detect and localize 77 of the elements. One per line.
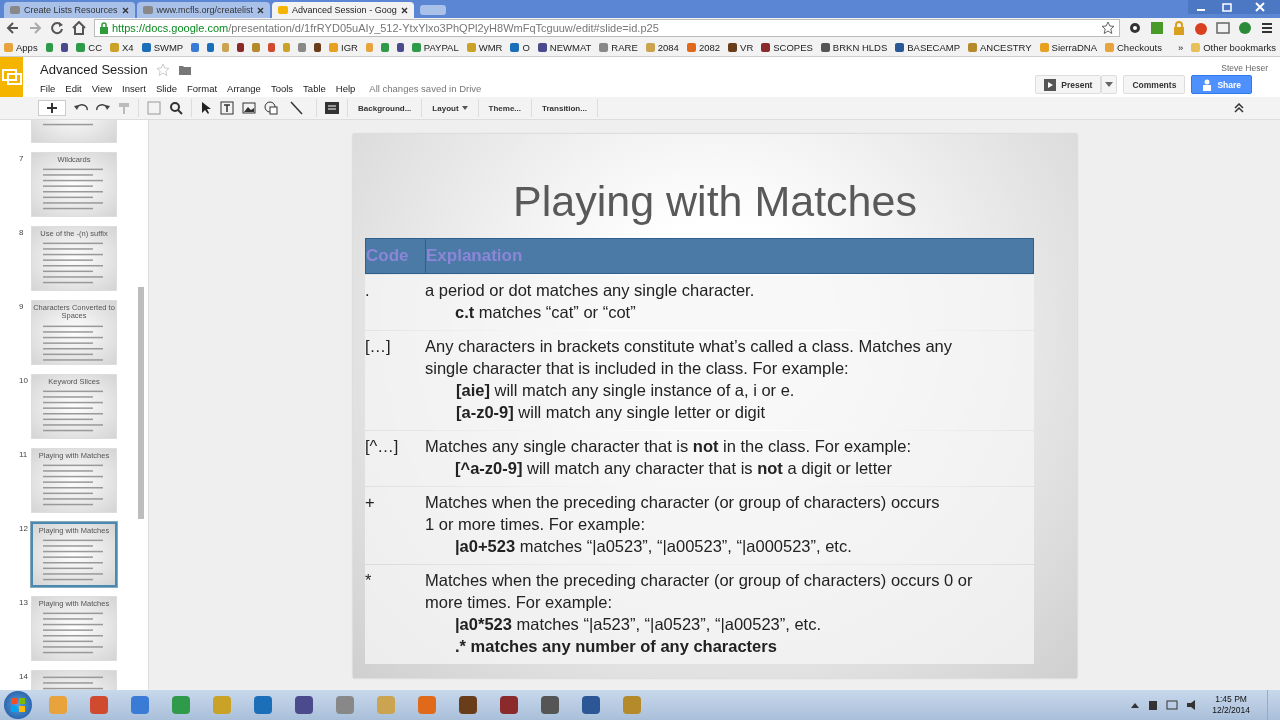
slide-title: Playing with Matches bbox=[513, 177, 917, 227]
table-cell-text: Any characters in brackets constitute what’s called a class. Matches any bbox=[425, 336, 954, 357]
example-line: |a0+523 matches “|a0523”, “|a00523”, “|a000523”, etc. bbox=[454, 536, 853, 557]
bookmark[interactable]: SierraDNA bbox=[1039, 41, 1097, 53]
bookmark[interactable]: SWMP bbox=[141, 41, 184, 53]
slide-number: 9 bbox=[18, 301, 25, 311]
toolbar-button[interactable]: Theme... bbox=[486, 103, 524, 113]
column-header: Explanation bbox=[426, 245, 524, 267]
menu-item[interactable]: File bbox=[40, 83, 56, 94]
table-cell-text: 1 or more times. For example: bbox=[425, 514, 647, 535]
bookmark[interactable]: BASECAMP bbox=[895, 41, 961, 53]
browser-tab[interactable]: Advanced Session - Goog bbox=[272, 2, 414, 18]
slide-number: 8 bbox=[18, 227, 25, 237]
menu-item[interactable]: Help bbox=[335, 83, 356, 94]
table-cell-text: Matches any single character that is not in the class. For example: bbox=[425, 436, 913, 457]
bookmark[interactable]: 2082 bbox=[686, 41, 721, 53]
table-cell-text: single character that is included in the class. For example: bbox=[425, 358, 850, 379]
menu-item[interactable]: Insert bbox=[122, 83, 146, 94]
example-line: .* matches any number of any characters bbox=[454, 636, 778, 657]
table-cell-text: more times. For example: bbox=[425, 592, 614, 613]
bookmark[interactable]: ANCESTRY bbox=[968, 41, 1032, 53]
clock-date[interactable]: 12/2/2014 bbox=[1212, 705, 1250, 716]
toolbar-button[interactable]: Layout bbox=[430, 103, 470, 113]
bookmark[interactable]: CC bbox=[76, 41, 102, 53]
bookmark[interactable]: 2084 bbox=[645, 41, 679, 53]
menu-item[interactable]: Slide bbox=[155, 83, 177, 94]
document-title[interactable]: Advanced Session bbox=[40, 62, 148, 77]
comments-button[interactable]: Comments bbox=[1123, 75, 1186, 94]
example-line: [^a-z0-9] will match any character that is not a digit or letter bbox=[454, 458, 893, 479]
table-cell-text: […] bbox=[365, 336, 391, 357]
bookmark[interactable]: VR bbox=[728, 41, 754, 53]
slide-number: 14 bbox=[18, 671, 29, 681]
menu-item[interactable]: Arrange bbox=[227, 83, 261, 94]
address-field[interactable]: https://docs.google.com/presentation/d/1frRYD05uAIy_512-YtxYlxo3PhQPl2yH8WmFqTcguuw/edit#slide=id.p25 bbox=[94, 19, 1120, 37]
slide-number: 12 bbox=[18, 523, 29, 533]
toolbar-button[interactable]: Background... bbox=[356, 103, 414, 113]
clock-time[interactable]: 1:45 PM bbox=[1215, 694, 1247, 705]
bookmark[interactable]: WMR bbox=[466, 41, 503, 53]
save-status: All changes saved in Drive bbox=[369, 83, 482, 94]
bookmark[interactable]: X4 bbox=[110, 41, 134, 53]
bookmark[interactable]: RARE bbox=[599, 41, 638, 53]
column-header: Code bbox=[366, 239, 426, 273]
bookmark[interactable]: IGR bbox=[329, 41, 358, 53]
bookmark[interactable]: Apps bbox=[4, 41, 38, 53]
example-line: [aie] will match any single instance of a, i or e. bbox=[455, 380, 796, 401]
menu-item[interactable]: View bbox=[91, 83, 113, 94]
table-cell-text: . bbox=[365, 280, 370, 301]
other-bookmarks-folder[interactable]: Other bookmarks bbox=[1191, 41, 1277, 53]
present-button[interactable]: Present bbox=[1035, 75, 1102, 94]
table-cell-text: + bbox=[365, 492, 375, 513]
slide-number: 10 bbox=[18, 375, 29, 385]
table-cell-text: Matches when the preceding character (or group of characters) occurs bbox=[425, 492, 941, 513]
table-cell-text: [^…] bbox=[365, 436, 399, 457]
browser-tab[interactable]: Create Lists Resources bbox=[4, 2, 135, 18]
table-cell-text: a period or dot matches any single character. bbox=[425, 280, 756, 301]
user-name[interactable]: Steve Heser bbox=[1221, 63, 1268, 73]
toolbar-button[interactable]: Transition... bbox=[540, 103, 589, 113]
bookmark[interactable]: SCOPES bbox=[761, 41, 813, 53]
bookmark[interactable]: Checkouts bbox=[1105, 41, 1162, 53]
slide-number: 13 bbox=[18, 597, 29, 607]
bookmark[interactable]: BRKN HLDS bbox=[820, 41, 888, 53]
example-line: |a0*523 matches “|a523”, “|a0523”, “|a00523”, etc. bbox=[454, 614, 823, 635]
bookmark[interactable]: O bbox=[510, 41, 530, 53]
browser-tab[interactable]: www.mcfls.org/createlist bbox=[136, 2, 271, 18]
table-cell-text: Matches when the preceding character (or group of characters) occurs 0 or bbox=[425, 570, 974, 591]
menu-item[interactable]: Edit bbox=[65, 83, 82, 94]
slide-number: 11 bbox=[18, 449, 29, 459]
example-line: c.t matches “cat” or “cot” bbox=[454, 302, 637, 323]
menu-item[interactable]: Format bbox=[187, 83, 218, 94]
bookmark[interactable]: NEWMAT bbox=[537, 41, 592, 53]
table-cell-text: * bbox=[365, 570, 372, 591]
menu-item[interactable]: Tools bbox=[270, 83, 294, 94]
menu-item[interactable]: Table bbox=[303, 83, 326, 94]
more-bookmarks-button[interactable]: » bbox=[1177, 41, 1184, 53]
example-line: [a-z0-9] will match any single letter or digit bbox=[455, 402, 767, 423]
slide-number: 7 bbox=[18, 153, 25, 163]
bookmark[interactable]: PAYPAL bbox=[411, 41, 459, 53]
